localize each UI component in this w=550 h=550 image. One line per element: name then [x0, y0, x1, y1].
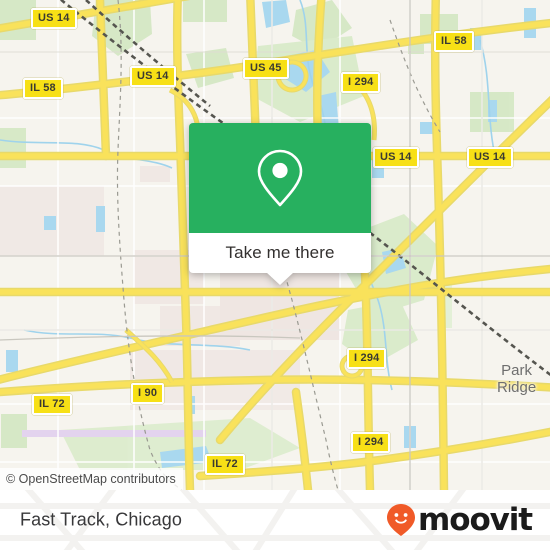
- shield-il-72-south: IL 72: [205, 454, 245, 475]
- take-me-there-button[interactable]: Take me there: [189, 233, 371, 285]
- shield-i-294-north: I 294: [341, 72, 381, 93]
- footer-bar: Fast Track, Chicago moovit: [0, 490, 550, 550]
- take-me-there-label: Take me there: [225, 243, 335, 262]
- map-canvas[interactable]: US 14 US 14 US 45 I 294 IL 58 IL 58 US 14 US 14…: [0, 0, 550, 490]
- shield-il-72-west: IL 72: [32, 394, 72, 415]
- moovit-smiley-pin-icon: [387, 504, 416, 536]
- osm-attribution[interactable]: © OpenStreetMap contributors: [0, 468, 183, 490]
- shield-us-14-east: US 14: [467, 147, 513, 168]
- shield-us-14-north: US 14: [130, 66, 176, 87]
- station-popup-card[interactable]: Take me there: [189, 123, 371, 285]
- shield-us-14-mid: US 14: [373, 147, 419, 168]
- shield-il-58-ne: IL 58: [434, 31, 474, 52]
- popup-pointer-tail: [266, 272, 294, 285]
- moovit-station-map-screen: US 14 US 14 US 45 I 294 IL 58 IL 58 US 14 US 14…: [0, 0, 550, 550]
- place-label-park-ridge: Park Ridge: [497, 362, 537, 396]
- popup-pin-area: [189, 123, 371, 233]
- moovit-logo[interactable]: moovit: [386, 501, 533, 538]
- shield-i-90: I 90: [131, 383, 165, 404]
- moovit-wordmark: moovit: [418, 501, 533, 538]
- shield-i-294-south: I 294: [351, 432, 391, 453]
- map-pin-icon: [257, 149, 303, 207]
- place-title: Fast Track, Chicago: [20, 509, 182, 530]
- shield-us-14-nw: US 14: [31, 8, 77, 29]
- shield-il-58-west: IL 58: [23, 78, 63, 99]
- shield-us-45: US 45: [243, 58, 289, 79]
- shield-i-294-mid: I 294: [347, 348, 387, 369]
